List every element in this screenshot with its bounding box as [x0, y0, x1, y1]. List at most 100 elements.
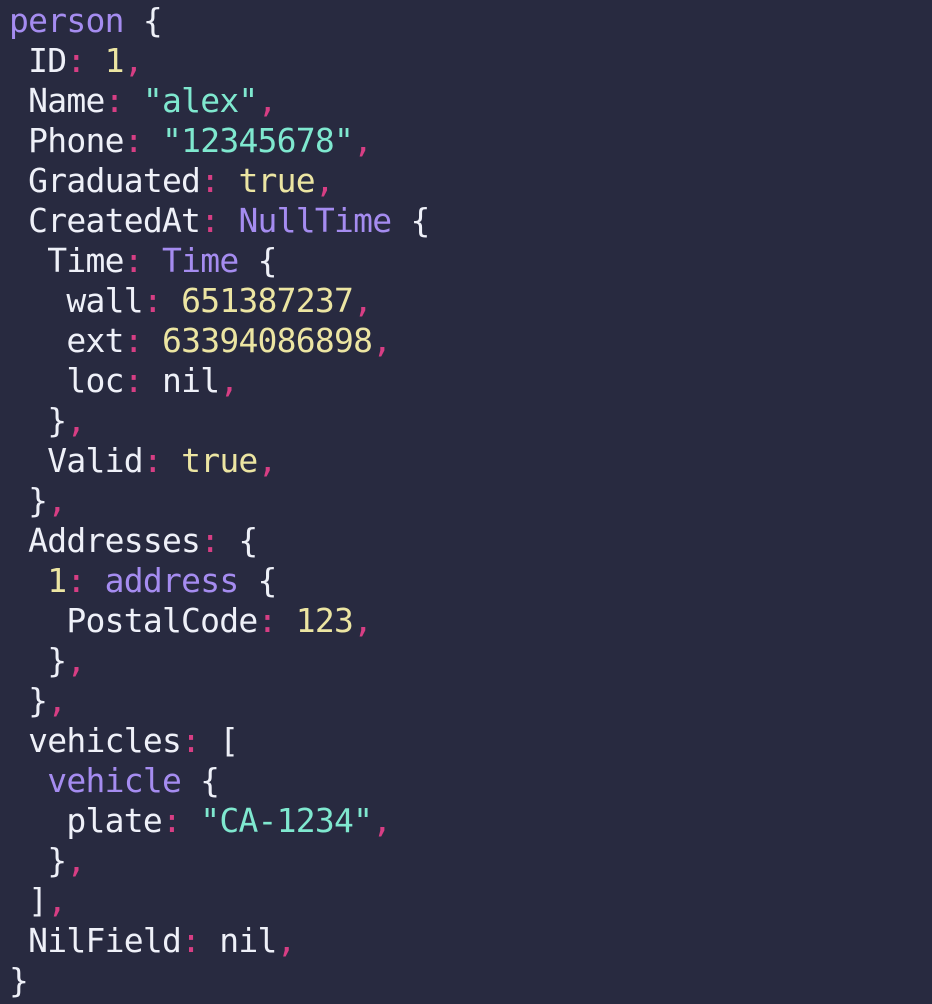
token-punct: : [104, 81, 125, 120]
token-punct: : [142, 281, 163, 320]
token-punct: , [123, 41, 144, 80]
code-line: Addresses: { [9, 521, 430, 561]
token-str: "alex" [142, 81, 258, 120]
code-line: }, [9, 681, 430, 721]
token-punct: , [66, 841, 86, 880]
token-key: Name [9, 81, 105, 120]
token-text: ] [9, 881, 48, 920]
token-key: Graduated [9, 161, 201, 200]
token-punct: , [257, 81, 278, 120]
token-text: } [9, 401, 67, 440]
token-punct: , [66, 401, 86, 440]
token-key: wall [9, 281, 143, 320]
token-key: Addresses [9, 521, 201, 560]
token-punct: , [47, 881, 67, 920]
token-text: nil [200, 921, 277, 960]
token-type: NullTime [238, 201, 392, 240]
code-line: loc: nil, [9, 361, 430, 401]
token-punct: , [353, 601, 373, 640]
token-punct: : [200, 521, 220, 560]
token-punct: , [66, 641, 86, 680]
token-punct: , [47, 681, 67, 720]
token-text: { [238, 561, 278, 600]
token-type: Time [161, 241, 239, 280]
code-line: person { [9, 1, 430, 41]
code-line: Time: Time { [9, 241, 430, 281]
token-key: plate [9, 801, 162, 840]
token-punct: , [257, 441, 278, 480]
token-key: PostalCode [9, 601, 258, 640]
token-punct: : [123, 241, 144, 280]
token-kw: true [181, 441, 258, 480]
token-num: 1 [9, 561, 67, 600]
code-line: }, [9, 481, 430, 521]
code-line: CreatedAt: NullTime { [9, 201, 430, 241]
token-key: Time [9, 241, 124, 280]
code-line: } [9, 961, 430, 1001]
code-line: NilField: nil, [9, 921, 430, 961]
token-text: nil [142, 361, 220, 400]
token-punct: : [66, 561, 86, 600]
token-text: } [9, 961, 29, 1000]
code-line: plate: "CA-1234", [9, 801, 430, 841]
token-punct: : [66, 41, 86, 80]
token-type: person [9, 1, 124, 40]
code-line: vehicles: [ [9, 721, 430, 761]
code-line: ext: 63394086898, [9, 321, 430, 361]
token-key: ext [9, 321, 124, 360]
code-line: }, [9, 401, 430, 441]
token-text: { [238, 241, 278, 280]
token-key: loc [9, 361, 124, 400]
token-text: } [9, 681, 48, 720]
token-key: vehicles [9, 721, 182, 760]
token-text: { [181, 761, 220, 800]
token-punct: , [372, 801, 392, 840]
token-punct: , [276, 921, 297, 960]
code-line: vehicle { [9, 761, 430, 801]
token-key: Valid [9, 441, 143, 480]
token-punct: : [257, 601, 278, 640]
token-text: } [9, 641, 67, 680]
token-punct: : [123, 321, 144, 360]
token-num: 63394086898 [161, 321, 373, 360]
token-punct: , [219, 361, 239, 400]
token-kw: true [238, 161, 315, 200]
code-line: ], [9, 881, 430, 921]
token-type: vehicle [9, 761, 182, 800]
token-punct: : [161, 801, 182, 840]
token-text: { [123, 1, 163, 40]
code-line: Graduated: true, [9, 161, 430, 201]
token-punct: : [200, 161, 220, 200]
token-type: address [104, 561, 240, 600]
token-key: ID [9, 41, 67, 80]
token-punct: : [123, 121, 144, 160]
code-dump: person { ID: 1, Name: "alex", Phone: "12… [9, 1, 430, 1001]
token-str: "CA-1234" [200, 801, 373, 840]
code-line: }, [9, 841, 430, 881]
token-punct: : [200, 201, 220, 240]
token-text: { [391, 201, 431, 240]
token-punct: , [353, 281, 373, 320]
token-num: 1 [104, 41, 125, 80]
token-punct: , [353, 121, 373, 160]
token-num: 651387237 [181, 281, 354, 320]
code-line: Phone: "12345678", [9, 121, 430, 161]
token-text: [ [200, 721, 239, 760]
code-line: wall: 651387237, [9, 281, 430, 321]
token-punct: : [181, 721, 201, 760]
token-punct: , [47, 481, 67, 520]
token-str: "12345678" [161, 121, 354, 160]
code-line: }, [9, 641, 430, 681]
token-text: } [9, 841, 67, 880]
code-line: ID: 1, [9, 41, 430, 81]
token-punct: : [123, 361, 144, 400]
